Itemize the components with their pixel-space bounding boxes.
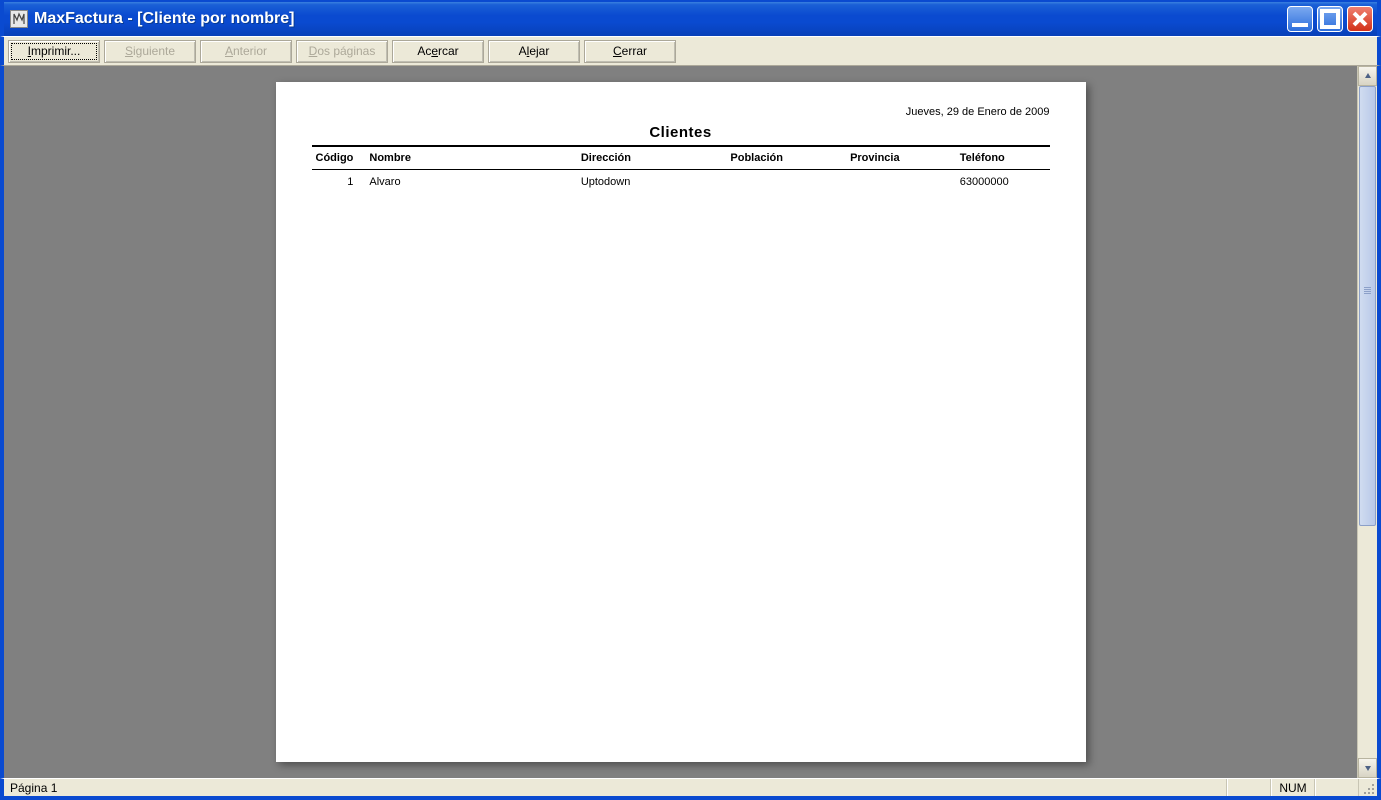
preview-canvas: Jueves, 29 de Enero de 2009 Clientes Cód…: [4, 66, 1357, 778]
status-pane-1: [1227, 779, 1271, 796]
app-icon: [10, 10, 28, 28]
col-header-direccion: Dirección: [581, 152, 731, 164]
report-date: Jueves, 29 de Enero de 2009: [312, 106, 1050, 118]
cell-telefono: 63000000: [960, 176, 1050, 188]
maximize-button[interactable]: [1317, 6, 1343, 32]
prev-button: Anterior: [200, 40, 292, 63]
close-window-button[interactable]: [1347, 6, 1373, 32]
report-title: Clientes: [312, 124, 1050, 141]
next-button: Siguiente: [104, 40, 196, 63]
vertical-scrollbar[interactable]: [1357, 66, 1377, 778]
col-header-poblacion: Población: [730, 152, 850, 164]
titlebar: MaxFactura - [Cliente por nombre]: [0, 0, 1381, 36]
status-page: Página 1: [4, 779, 1227, 796]
table-header: Código Nombre Dirección Población Provin…: [312, 145, 1050, 170]
resize-grip-icon[interactable]: [1359, 779, 1377, 797]
cell-nombre: Alvaro: [361, 176, 580, 188]
zoom-in-button[interactable]: Acercar: [392, 40, 484, 63]
cell-poblacion: [730, 176, 850, 188]
table-row: 1 Alvaro Uptodown 63000000: [312, 170, 1050, 194]
zoom-out-button[interactable]: Alejar: [488, 40, 580, 63]
cell-direccion: Uptodown: [581, 176, 731, 188]
window-buttons: [1287, 6, 1377, 32]
close-button[interactable]: Cerrar: [584, 40, 676, 63]
toolbar: Imprimir... Siguiente Anterior Dos págin…: [0, 36, 1381, 66]
cell-codigo: 1: [312, 176, 362, 188]
cell-provincia: [850, 176, 960, 188]
scroll-thumb[interactable]: [1359, 86, 1376, 526]
statusbar: Página 1 NUM: [0, 778, 1381, 800]
status-num: NUM: [1271, 779, 1315, 796]
two-pages-button: Dos páginas: [296, 40, 388, 63]
scroll-up-button[interactable]: [1358, 66, 1377, 86]
col-header-provincia: Provincia: [850, 152, 960, 164]
report-page: Jueves, 29 de Enero de 2009 Clientes Cód…: [276, 82, 1086, 762]
print-button[interactable]: Imprimir...: [8, 40, 100, 63]
scroll-down-button[interactable]: [1358, 758, 1377, 778]
col-header-telefono: Teléfono: [960, 152, 1050, 164]
minimize-button[interactable]: [1287, 6, 1313, 32]
window-title: MaxFactura - [Cliente por nombre]: [34, 10, 1287, 28]
preview-area: Jueves, 29 de Enero de 2009 Clientes Cód…: [0, 66, 1381, 778]
col-header-codigo: Código: [312, 152, 362, 164]
scroll-track[interactable]: [1358, 86, 1377, 758]
status-pane-3: [1315, 779, 1359, 796]
col-header-nombre: Nombre: [361, 152, 580, 164]
